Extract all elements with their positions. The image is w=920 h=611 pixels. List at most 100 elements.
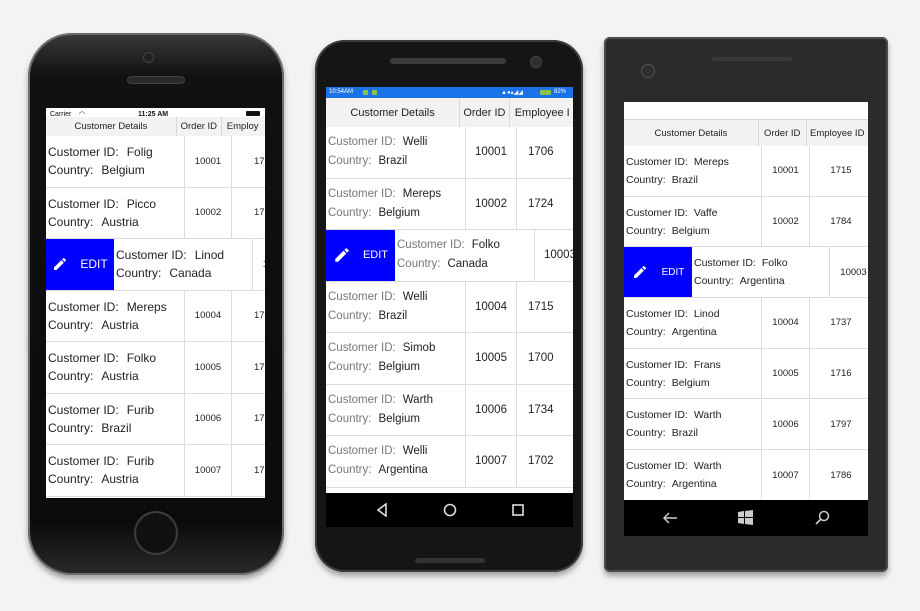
employee-id-cell: 1733 [254,413,265,425]
table-row[interactable]: Customer ID: Mereps Country: Brazil 10001 171… [624,146,868,197]
back-icon[interactable] [375,503,389,517]
back-icon[interactable] [662,511,678,525]
windows-screen: Customer Details Order ID Employee ID Cu… [624,102,868,500]
header-order-id[interactable]: Order ID [177,117,222,136]
employee-id-cell: 1740 [254,310,265,322]
customer-details-cell: Customer ID: Welli Country: Brazil [326,127,466,178]
country-value: Brazil [101,420,132,435]
android-bottom-speaker [415,558,485,563]
table-row[interactable]: Customer ID: Linod Country: Argentina 10004 1… [624,298,868,349]
pencil-icon [633,266,646,279]
customer-id-label: Customer ID: [397,239,465,252]
order-id-cell: 10005 [762,348,810,399]
customer-id-label: Customer ID: [328,290,396,303]
employee-id-cell: 1785 [254,361,265,373]
edit-swipe-button[interactable]: EDIT [46,239,114,290]
signal-icon: ▲●▴◢◢ [501,90,523,96]
table-row[interactable]: Customer ID: Picco Country: Austria 10002 171… [46,187,265,239]
status-time: 10:54AM [329,89,354,95]
header-employee-id[interactable]: Employ [222,117,265,136]
order-id-cell: 10003 [830,247,868,297]
table-row[interactable]: Customer ID: Warth Country: Argentina 10007 1… [624,450,868,500]
customer-id-line: Customer ID: Frans [626,356,721,374]
table-row[interactable]: Customer ID: Simob Country: Belgium 10005 170… [326,333,573,385]
country-line: Country: Argentina [694,272,785,290]
order-id-cell: 10007 [762,450,810,500]
table-row[interactable]: Customer ID: Furib Country: Austria 10007 179… [46,445,265,497]
table-row[interactable]: Customer ID: Frans Country: Belgium 10005 171… [624,348,868,400]
table-row[interactable]: Customer ID: Folko Country: Austria 10005 178… [46,342,265,394]
country-value: Austria [101,317,139,332]
notification-icon [363,90,368,95]
notification-icon [372,90,377,95]
order-id-cell: 10002 [466,178,517,229]
table-row[interactable]: EDIT Customer ID: Folko Country: Canada 10003 [326,230,573,282]
customer-details-cell: Customer ID: Folko Country: Argentina [692,247,830,298]
table-row[interactable]: Customer ID: Mereps Country: Belgium 10002 17… [326,178,573,230]
customer-id-label: Customer ID: [328,393,396,406]
customer-id-label: Customer ID: [626,358,688,371]
customer-id-label: Customer ID: [694,257,756,270]
employee-id-cell: 1734 [528,403,554,416]
edit-swipe-button[interactable]: EDIT [326,230,395,281]
customer-details-cell: Customer ID: Warth Country: Brazil [624,399,762,450]
customer-details-cell: Customer ID: Picco Country: Austria [46,187,185,238]
country-label: Country: [626,325,666,338]
header-employee-id[interactable]: Employee ID [807,120,868,147]
windows-icon[interactable] [738,510,753,525]
header-order-id[interactable]: Order ID [759,120,807,147]
country-line: Country: Belgium [328,358,420,377]
customer-id-value: Warth [693,409,722,422]
table-row[interactable]: Customer ID: Welli Country: Brazil 10004 1715 [326,281,573,333]
pencil-icon [335,248,349,262]
table-row[interactable]: Customer ID: Furib Country: Brazil 10006 1733 [46,393,265,445]
header-order-id[interactable]: Order ID [460,98,510,127]
order-id-cell: 10003 [253,239,265,290]
order-id-cell: 10004 [185,290,232,341]
header-customer-details[interactable]: Customer Details [46,117,177,136]
country-label: Country: [48,472,94,487]
country-label: Country: [116,266,162,281]
windows-speaker [712,57,792,61]
customer-id-value: Mereps [402,187,442,200]
customer-id-line: Customer ID: Simob [328,339,435,358]
country-label: Country: [48,214,94,229]
customer-id-label: Customer ID: [328,342,396,355]
customer-details-cell: Customer ID: Mereps Country: Brazil [624,146,762,196]
table-row[interactable]: EDIT Customer ID: Linod Country: Canada 10003… [46,239,265,291]
search-icon[interactable] [815,510,830,525]
edit-swipe-button[interactable]: EDIT [624,247,692,298]
table-row[interactable]: Customer ID: Folig Country: Belgium 10001 170… [46,136,265,188]
country-line: Country: Belgium [328,204,420,223]
country-line: Country: Belgium [328,410,420,429]
table-row[interactable]: EDIT Customer ID: Folko Country: Argentina 10… [624,247,868,299]
table-row[interactable]: Customer ID: Warth Country: Belgium 10006 173… [326,384,573,436]
header-employee-id[interactable]: Employee I [510,98,573,127]
customer-id-label: Customer ID: [626,307,688,320]
table-row[interactable]: Customer ID: Vaffe Country: Belgium 10002 178… [624,196,868,248]
recent-apps-icon[interactable] [511,503,525,517]
home-button[interactable] [134,511,178,555]
employee-id-cell: 1715 [528,300,554,313]
customer-id-line: Customer ID: Warth [328,391,433,410]
header-customer-details[interactable]: Customer Details [326,98,461,127]
edit-label: EDIT [80,257,108,272]
country-label: Country: [626,478,666,491]
pencil-icon [54,258,67,271]
country-value: Canada [169,266,212,281]
customer-id-value: Linod [693,307,720,320]
country-label: Country: [48,163,94,178]
home-icon[interactable] [443,503,457,517]
header-customer-details[interactable]: Customer Details [624,120,759,147]
table-row[interactable]: Customer ID: Warth Country: Brazil 10006 1797 [624,399,868,451]
table-row[interactable]: Customer ID: Welli Country: Argentina 10007 1… [326,436,573,488]
customer-id-value: Mereps [693,155,729,168]
country-line: Country: Austria [48,213,139,231]
table-row[interactable]: Customer ID: Mereps Country: Austria 10004 17… [46,290,265,342]
customer-id-label: Customer ID: [48,402,119,417]
table-row[interactable]: Customer ID: Welli Country: Brazil 10001 1706 [326,127,573,179]
customer-details-cell: Customer ID: Folko Country: Austria [46,342,185,393]
edit-label: EDIT [362,249,389,262]
employee-id-cell: 1715 [830,165,852,177]
country-value: Austria [101,472,139,487]
